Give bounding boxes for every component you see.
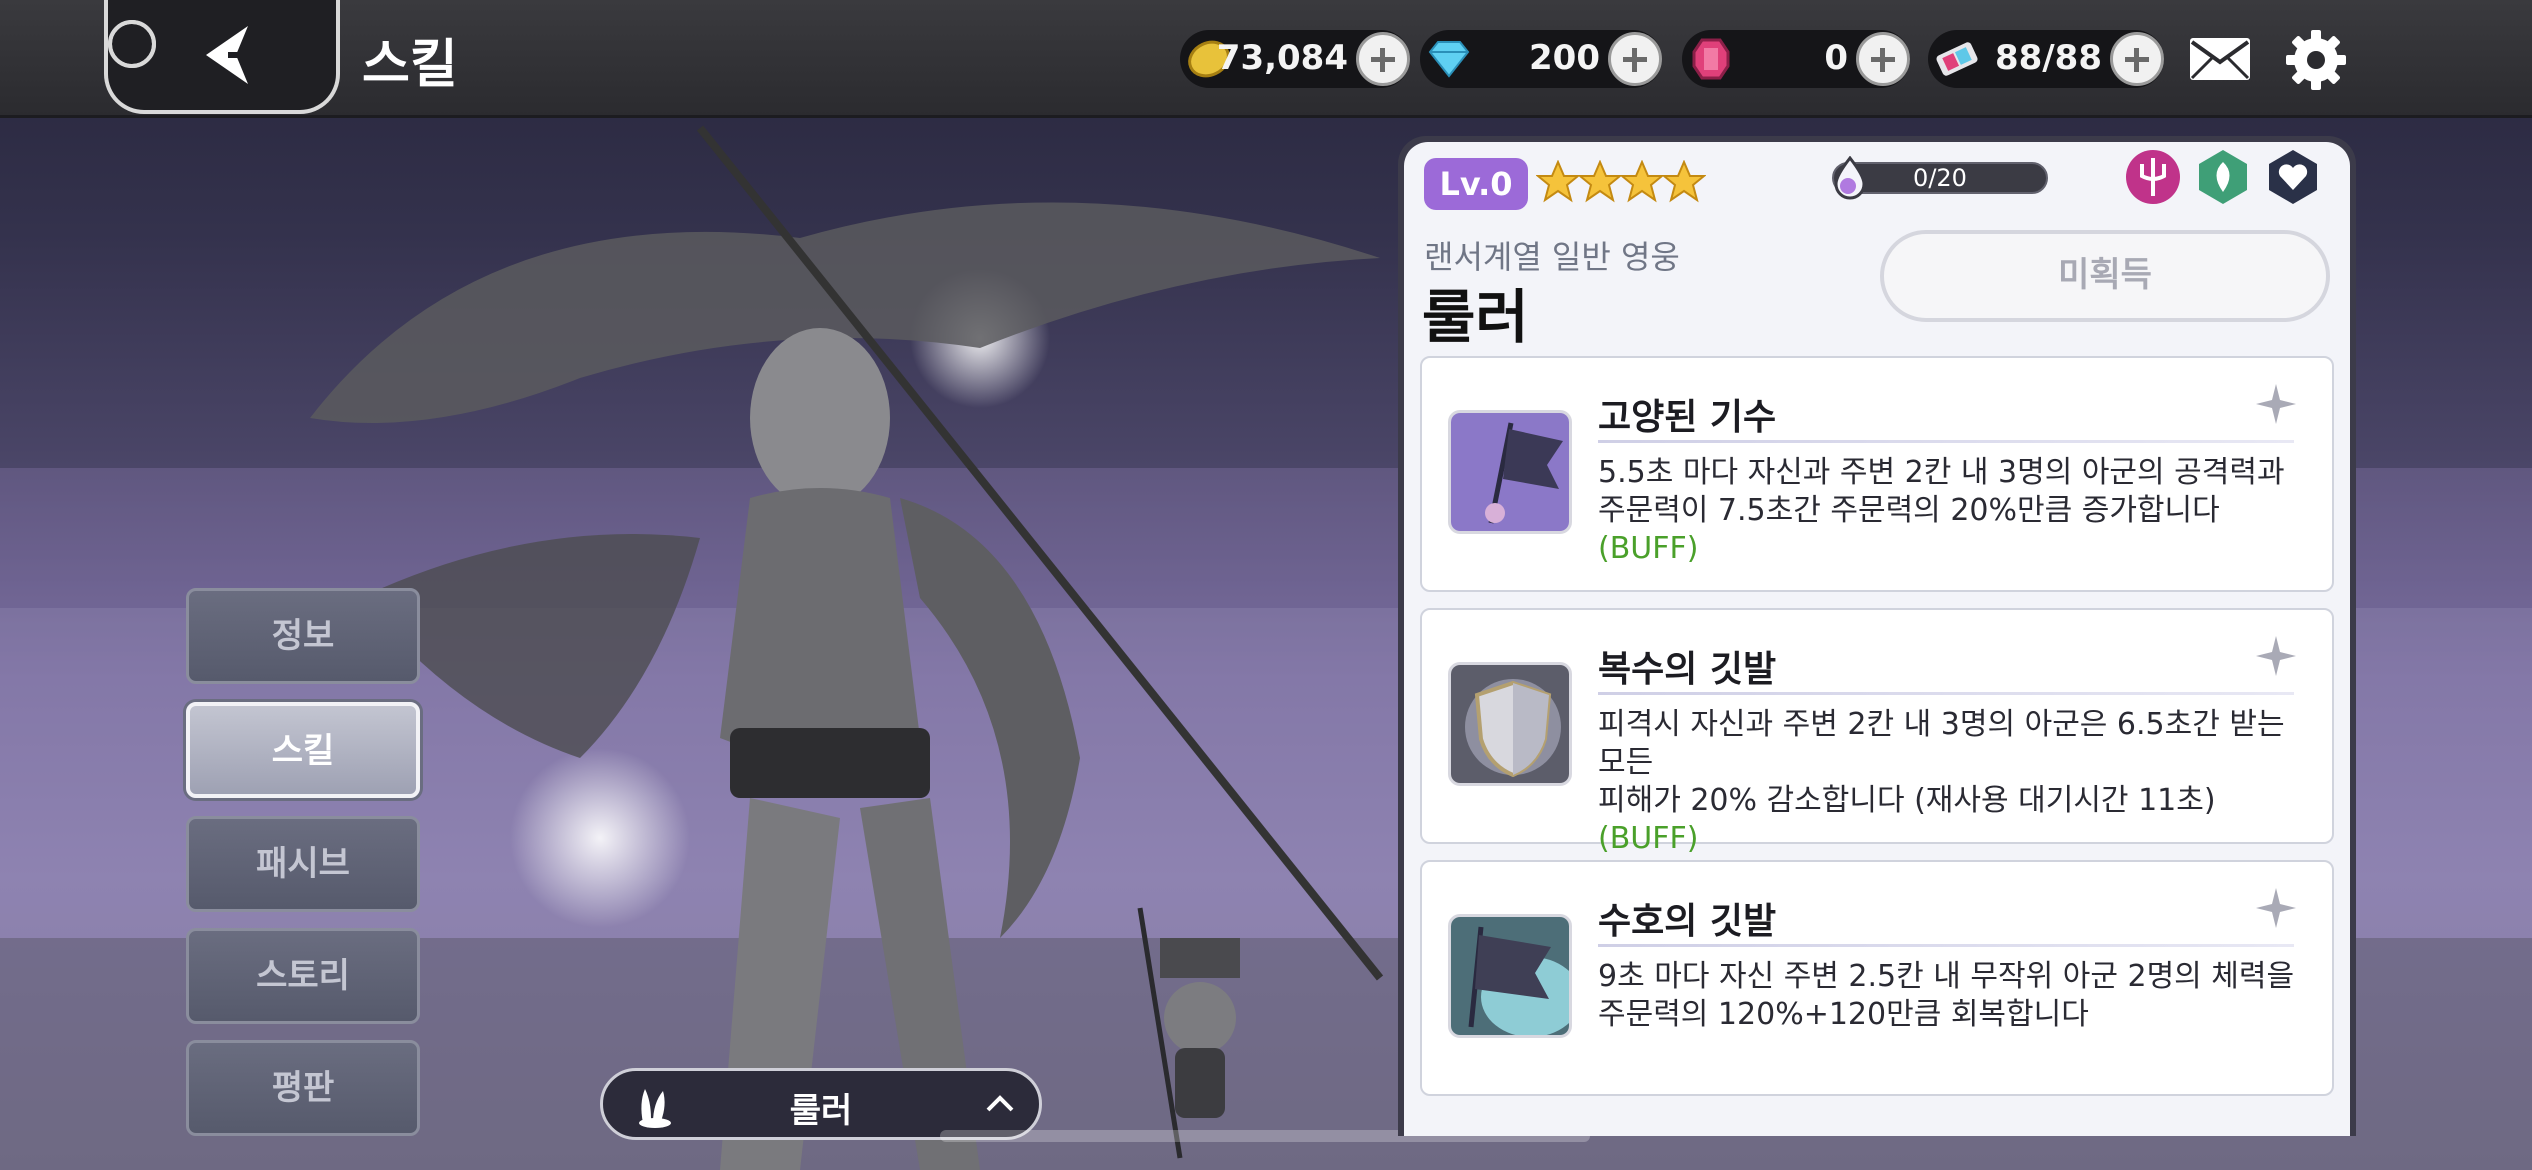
currency-stamina: 88/88 bbox=[1928, 30, 2164, 88]
add-stamina-button[interactable] bbox=[2110, 32, 2164, 86]
stamina-ticket-icon bbox=[1936, 42, 1978, 76]
skill-name: 고양된 기수 bbox=[1598, 397, 1777, 438]
back-button[interactable] bbox=[104, 0, 340, 114]
ruby-amount: 0 bbox=[1824, 38, 1848, 78]
hero-torso bbox=[720, 488, 920, 758]
sparkle-icon bbox=[2256, 636, 2296, 676]
side-tab-passive[interactable]: 패시브 bbox=[186, 816, 420, 912]
skill-name: 복수의 깃발 bbox=[1598, 649, 1777, 690]
currency-ruby: 0 bbox=[1682, 30, 1910, 88]
add-ruby-button[interactable] bbox=[1856, 32, 1910, 86]
star-icon bbox=[1536, 160, 1580, 203]
hero-illustration bbox=[310, 125, 1384, 1170]
hero-belt bbox=[730, 728, 930, 798]
skill-card[interactable]: 수호의 깃발 9초 마다 자신 주변 2.5칸 내 무작위 아군 2명의 체력을… bbox=[1420, 860, 2334, 1096]
sparkle-icon bbox=[2256, 384, 2296, 424]
stamina-amount: 88/88 bbox=[1994, 38, 2102, 78]
skill-card[interactable]: 복수의 깃발 피격시 자신과 주변 2칸 내 3명의 아군은 6.5초간 받는 … bbox=[1420, 608, 2334, 856]
mail-icon[interactable] bbox=[2188, 36, 2252, 82]
ruby-gem-icon bbox=[1692, 38, 1730, 80]
skill-description: 5.5초 마다 자신과 주변 2칸 내 3명의 아군의 공격력과 주문력이 7.… bbox=[1598, 455, 2285, 566]
diamond-amount: 200 bbox=[1529, 38, 1600, 78]
star-icon bbox=[1578, 160, 1622, 203]
chibi-hero bbox=[1137, 907, 1240, 1159]
buff-tag: (BUFF) bbox=[1598, 821, 1699, 856]
guardian-flag-icon bbox=[1448, 914, 1572, 1038]
add-gold-button[interactable] bbox=[1356, 32, 1410, 86]
shield-icon bbox=[1448, 662, 1572, 786]
gear-icon[interactable] bbox=[2284, 28, 2348, 92]
currency-gold: 73,084 bbox=[1180, 30, 1410, 88]
leaf-icon bbox=[2199, 150, 2247, 204]
top-bar: 스킬 73,084 200 0 88/88 bbox=[0, 0, 2532, 118]
diamond-icon bbox=[1428, 41, 1470, 78]
skill-description: 피격시 자신과 주변 2칸 내 3명의 아군은 6.5초간 받는 모든 피해가 … bbox=[1598, 707, 2285, 856]
hero-selector-name: 룰러 bbox=[789, 1091, 853, 1131]
hero-head bbox=[750, 328, 890, 508]
acquire-status-button[interactable]: 미획득 bbox=[1880, 230, 2330, 322]
gold-amount: 73,084 bbox=[1216, 38, 1348, 78]
add-diamond-button[interactable] bbox=[1608, 32, 1662, 86]
skill-divider bbox=[1598, 944, 2294, 947]
level-badge: Lv.0 bbox=[1424, 158, 1528, 210]
skill-divider bbox=[1598, 692, 2294, 695]
light-flare bbox=[510, 748, 690, 928]
essence-drop-icon bbox=[1834, 156, 1866, 200]
side-tab-skill[interactable]: 스킬 bbox=[186, 702, 420, 798]
skill-divider bbox=[1598, 440, 2294, 443]
skill-card[interactable]: 고양된 기수 5.5초 마다 자신과 주변 2칸 내 3명의 아군의 공격력과 … bbox=[1420, 356, 2334, 592]
back-arrow-icon bbox=[206, 26, 254, 84]
sparkle-icon bbox=[2256, 888, 2296, 928]
side-tab-reputation[interactable]: 평판 bbox=[186, 1040, 420, 1136]
chevron-up-icon bbox=[986, 1095, 1014, 1112]
raised-flag-icon bbox=[1448, 410, 1572, 534]
star-icon bbox=[1662, 160, 1706, 203]
trident-icon bbox=[2126, 150, 2180, 204]
buff-tag: (BUFF) bbox=[1598, 531, 1699, 566]
side-tab-story[interactable]: 스토리 bbox=[186, 928, 420, 1024]
side-tab-info[interactable]: 정보 bbox=[186, 588, 420, 684]
skill-name: 수호의 깃발 bbox=[1598, 901, 1777, 942]
hero-name: 룰러 bbox=[1422, 283, 1529, 351]
star-icon bbox=[1620, 160, 1664, 203]
skill-description: 9초 마다 자신 주변 2.5칸 내 무작위 아군 2명의 체력을 주문력의 1… bbox=[1598, 959, 2295, 1032]
currency-diamond: 200 bbox=[1420, 30, 1662, 88]
page-title: 스킬 bbox=[362, 35, 458, 95]
heart-icon bbox=[2269, 150, 2317, 204]
